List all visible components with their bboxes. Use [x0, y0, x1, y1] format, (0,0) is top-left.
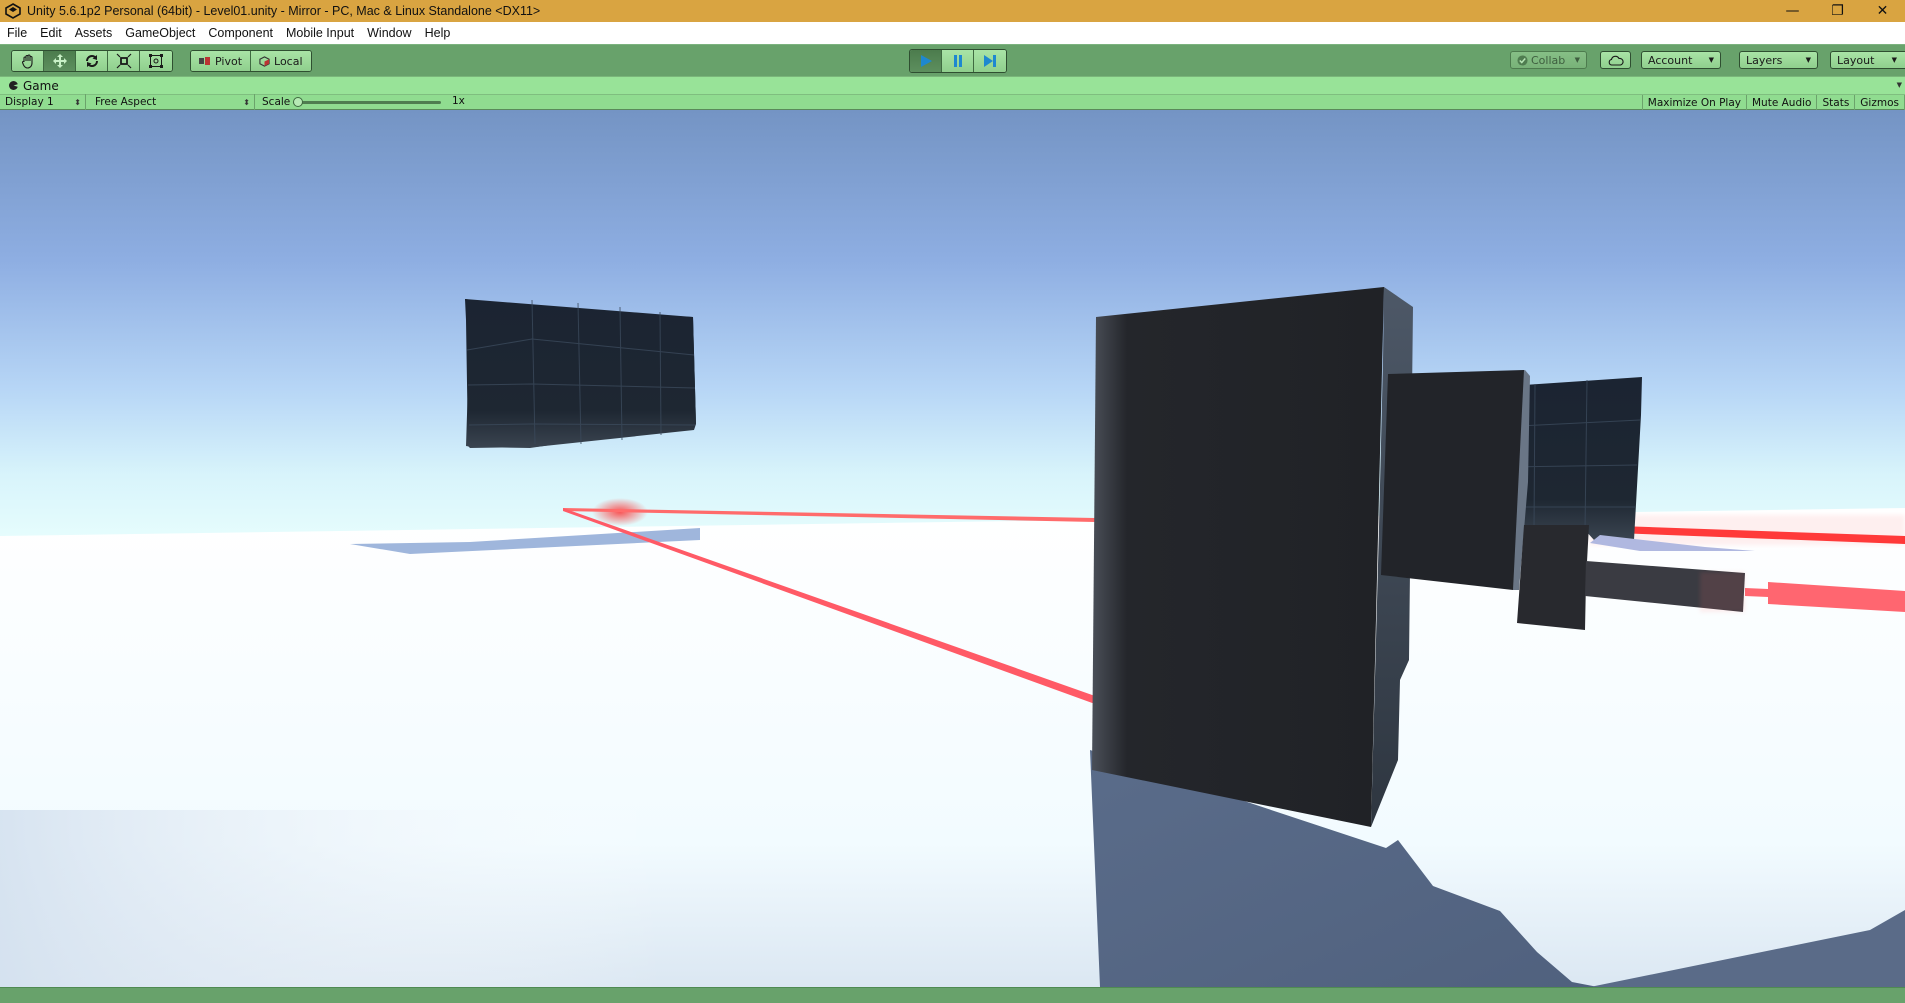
step-icon	[984, 55, 996, 67]
layout-dropdown[interactable]: Layout ▼	[1830, 51, 1905, 69]
hand-tool-button[interactable]	[12, 51, 44, 71]
hand-icon	[21, 54, 33, 69]
minimize-button[interactable]: —	[1770, 0, 1815, 22]
main-block-front	[1092, 287, 1384, 827]
pivot-button[interactable]: Pivot	[191, 51, 252, 71]
menu-component[interactable]: Component	[208, 26, 273, 40]
local-label: Local	[274, 54, 303, 68]
scale-value: 1x	[452, 95, 465, 107]
pause-button[interactable]	[942, 50, 974, 72]
game-tab[interactable]: Game	[9, 79, 59, 93]
rect-tool-button[interactable]	[140, 51, 172, 71]
menu-file[interactable]: File	[7, 26, 27, 40]
play-icon	[920, 55, 932, 67]
game-tab-label: Game	[23, 78, 59, 93]
scale-icon	[116, 53, 131, 69]
unity-logo-icon	[5, 3, 21, 19]
emitter-block-front	[1517, 525, 1589, 630]
collab-check-icon	[1517, 54, 1528, 66]
pivot-icon	[199, 57, 210, 65]
display-dropdown[interactable]: Display 1 ⬍	[0, 94, 86, 110]
pivot-label: Pivot	[215, 54, 243, 68]
collab-button[interactable]: Collab ▼	[1510, 51, 1587, 69]
transform-tools	[11, 50, 173, 72]
pivot-toggles: Pivot Local	[190, 50, 312, 72]
emitter-rod-glow	[1700, 572, 1745, 612]
game-tab-bar: Game ▼	[0, 76, 1905, 94]
move-arrows-icon	[52, 54, 67, 68]
scale-tool-button[interactable]	[108, 51, 140, 71]
scale-slider-knob[interactable]	[293, 97, 303, 107]
step-button[interactable]	[974, 50, 1006, 72]
aspect-updown-icon: ⬍	[243, 97, 250, 107]
menu-edit[interactable]: Edit	[40, 26, 62, 40]
local-cube-icon	[259, 55, 270, 67]
menu-help[interactable]: Help	[425, 26, 451, 40]
window-title: Unity 5.6.1p2 Personal (64bit) - Level01…	[27, 4, 541, 18]
restore-button[interactable]: ❐	[1815, 0, 1860, 22]
stats-toggle[interactable]: Stats	[1816, 95, 1854, 111]
game-scene	[0, 110, 1905, 987]
rect-transform-icon	[149, 54, 163, 68]
mute-audio-toggle[interactable]: Mute Audio	[1746, 95, 1816, 111]
tab-menu-icon[interactable]: ▼	[1897, 81, 1902, 89]
scale-control: Scale 1x	[255, 94, 515, 110]
game-view-toolbar: Display 1 ⬍ Free Aspect ⬍ Scale 1x Maxim…	[0, 94, 1905, 111]
aspect-label: Free Aspect	[95, 96, 157, 108]
status-bar	[0, 987, 1905, 1003]
close-button[interactable]: ✕	[1860, 0, 1905, 22]
aspect-dropdown[interactable]: Free Aspect ⬍	[90, 94, 255, 110]
collab-caret-icon: ▼	[1574, 56, 1580, 64]
cloud-icon	[1608, 55, 1624, 66]
collab-label: Collab	[1531, 53, 1566, 67]
scale-slider-track[interactable]	[293, 101, 441, 104]
menu-window[interactable]: Window	[367, 26, 411, 40]
display-updown-icon: ⬍	[74, 97, 81, 107]
rotate-tool-button[interactable]	[76, 51, 108, 71]
rotate-icon	[85, 55, 98, 67]
account-caret-icon: ▼	[1708, 56, 1714, 64]
play-button[interactable]	[910, 50, 942, 72]
middle-block-front	[1381, 370, 1524, 590]
display-label: Display 1	[5, 96, 54, 108]
local-button[interactable]: Local	[251, 51, 311, 71]
layers-label: Layers	[1746, 53, 1783, 67]
layout-caret-icon: ▼	[1891, 56, 1897, 64]
layers-dropdown[interactable]: Layers ▼	[1739, 51, 1818, 69]
cloud-button[interactable]	[1600, 51, 1631, 69]
menu-mobile-input[interactable]: Mobile Input	[286, 26, 354, 40]
window-title-bar: Unity 5.6.1p2 Personal (64bit) - Level01…	[0, 0, 1905, 22]
menu-gameobject[interactable]: GameObject	[125, 26, 195, 40]
play-controls	[909, 49, 1007, 73]
scale-label: Scale	[262, 96, 291, 108]
account-dropdown[interactable]: Account ▼	[1641, 51, 1721, 69]
laser-beam-right-lower	[1745, 588, 1768, 597]
close-icon: ✕	[1876, 3, 1889, 19]
main-toolbar: Pivot Local Collab ▼ Account ▼ Layers ▼	[0, 44, 1905, 76]
account-label: Account	[1648, 53, 1693, 67]
gizmos-toggle[interactable]: Gizmos	[1854, 95, 1905, 111]
minimize-icon: —	[1785, 3, 1800, 19]
game-viewport[interactable]	[0, 110, 1905, 987]
ground-haze	[0, 810, 1905, 987]
menu-assets[interactable]: Assets	[75, 26, 113, 40]
layout-label: Layout	[1837, 53, 1875, 67]
pause-icon	[953, 55, 962, 67]
layers-caret-icon: ▼	[1805, 56, 1811, 64]
move-tool-button[interactable]	[44, 51, 76, 71]
left-cube	[465, 299, 696, 448]
maximize-on-play-toggle[interactable]: Maximize On Play	[1641, 95, 1746, 111]
game-view-icon	[9, 81, 18, 90]
restore-icon: ❐	[1831, 3, 1844, 19]
menu-bar: File Edit Assets GameObject Component Mo…	[0, 22, 1905, 44]
